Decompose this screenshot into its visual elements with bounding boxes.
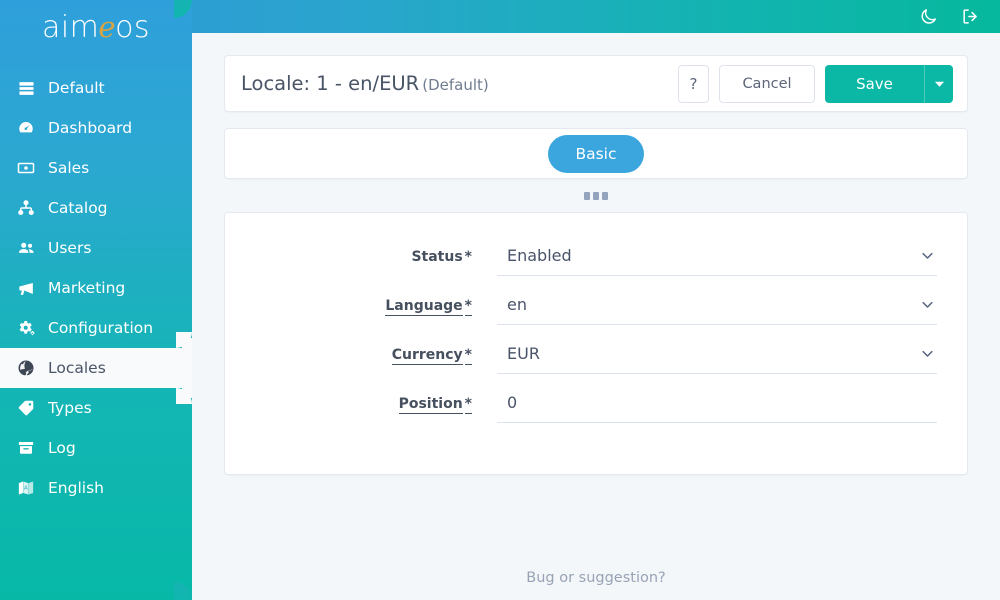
globe-icon xyxy=(15,359,37,377)
help-button[interactable]: ? xyxy=(678,64,709,103)
archive-icon xyxy=(15,439,37,457)
sidebar-item-configuration[interactable]: Configuration xyxy=(0,308,192,348)
language-required-marker: * xyxy=(464,298,472,316)
sidebar-item-marketing[interactable]: Marketing xyxy=(0,268,192,308)
handle-dot xyxy=(584,191,590,200)
sidebar-item-label: Dashboard xyxy=(48,119,133,137)
sidebar-item-english[interactable]: A English xyxy=(0,468,192,508)
dashboard-icon xyxy=(15,119,37,137)
currency-select[interactable]: EUR xyxy=(497,341,937,374)
language-label-text: Language xyxy=(385,298,463,316)
language-icon: A xyxy=(15,479,37,497)
brand-part-2: os xyxy=(115,9,151,45)
page-title-text: Locale: 1 - en/EUR xyxy=(241,72,420,95)
chevron-down-icon xyxy=(920,346,935,361)
item-header-card: Locale: 1 - en/EUR (Default) ? Cancel Sav… xyxy=(224,55,968,112)
status-label: Status * xyxy=(255,243,497,265)
sidebar-nav: Default Dashboard Sales Catalog Users Ma… xyxy=(0,68,192,508)
status-label-text: Status xyxy=(411,249,463,265)
bullhorn-icon xyxy=(15,279,37,297)
server-icon xyxy=(15,79,37,97)
basic-form-card: Status * Enabled Language * en Currency … xyxy=(224,212,968,475)
save-button-group: Save xyxy=(825,64,953,103)
moon-icon[interactable] xyxy=(918,7,938,27)
sidebar: aim e os Default Dashboard Sales Catalog… xyxy=(0,0,192,600)
sidebar-item-sales[interactable]: Sales xyxy=(0,148,192,188)
page-title: Locale: 1 - en/EUR (Default) xyxy=(241,72,678,95)
form-row-position: Position * 0 xyxy=(255,390,937,423)
brand-accent-letter: e xyxy=(98,9,117,44)
top-bar-actions xyxy=(918,0,1000,33)
status-required-marker: * xyxy=(464,249,472,265)
position-label-text: Position xyxy=(398,396,463,414)
drag-handle-icon[interactable] xyxy=(192,179,1000,212)
chevron-down-icon xyxy=(920,248,935,263)
sidebar-item-label: Log xyxy=(48,439,76,457)
page-title-subtitle: (Default) xyxy=(422,76,489,94)
handle-dot xyxy=(602,191,608,200)
footer: Bug or suggestion? xyxy=(192,556,1000,600)
brand-logo[interactable]: aim e os xyxy=(0,0,192,52)
language-value: en xyxy=(507,295,527,314)
position-required-marker: * xyxy=(464,396,472,414)
sidebar-item-log[interactable]: Log xyxy=(0,428,192,468)
app-root: aim e os Default Dashboard Sales Catalog… xyxy=(0,0,1000,600)
position-value: 0 xyxy=(507,393,518,412)
currency-value: EUR xyxy=(507,344,540,363)
main-content: Locale: 1 - en/EUR (Default) ? Cancel Sav… xyxy=(192,33,1000,600)
language-select[interactable]: en xyxy=(497,292,937,325)
form-row-currency: Currency * EUR xyxy=(255,341,937,374)
status-select[interactable]: Enabled xyxy=(497,243,937,276)
chevron-down-icon xyxy=(920,297,935,312)
sidebar-item-dashboard[interactable]: Dashboard xyxy=(0,108,192,148)
sidebar-item-label: Locales xyxy=(48,359,106,377)
svg-text:A: A xyxy=(24,486,28,492)
bug-suggestion-link[interactable]: Bug or suggestion? xyxy=(526,570,666,586)
form-row-status: Status * Enabled xyxy=(255,243,937,276)
currency-required-marker: * xyxy=(464,347,472,365)
tab-basic[interactable]: Basic xyxy=(548,134,644,173)
sidebar-item-locales[interactable]: Locales xyxy=(0,332,192,404)
currency-label-text: Currency xyxy=(391,347,463,365)
sidebar-item-types[interactable]: Types xyxy=(0,388,192,428)
sidebar-item-label: Sales xyxy=(48,159,90,177)
handle-dot xyxy=(593,191,599,200)
tag-icon xyxy=(15,399,37,417)
sitemap-icon xyxy=(15,199,37,217)
brand-part-1: aim xyxy=(41,9,100,45)
users-icon xyxy=(15,239,37,257)
sidebar-item-users[interactable]: Users xyxy=(0,228,192,268)
sidebar-item-label: Configuration xyxy=(48,319,154,337)
sidebar-curve-bottom xyxy=(174,582,192,600)
brand-text: aim e os xyxy=(42,10,150,45)
tab-bar-card: Basic xyxy=(224,128,968,179)
position-label: Position * xyxy=(255,390,497,414)
sidebar-item-label: Types xyxy=(48,399,92,417)
sidebar-item-catalog[interactable]: Catalog xyxy=(0,188,192,228)
sidebar-item-label: English xyxy=(48,479,104,497)
save-button[interactable]: Save xyxy=(825,64,924,103)
status-value: Enabled xyxy=(507,246,572,265)
language-label: Language * xyxy=(255,292,497,316)
cancel-button[interactable]: Cancel xyxy=(719,64,815,103)
position-input[interactable]: 0 xyxy=(497,390,937,423)
header-button-group: ? Cancel Save xyxy=(678,64,953,103)
sidebar-item-label: Marketing xyxy=(48,279,126,297)
logout-icon[interactable] xyxy=(960,7,980,27)
sidebar-item-label: Catalog xyxy=(48,199,108,217)
sidebar-item-label: Users xyxy=(48,239,92,257)
form-row-language: Language * en xyxy=(255,292,937,325)
sidebar-item-label: Default xyxy=(48,79,105,97)
caret-down-icon[interactable] xyxy=(924,64,953,103)
currency-label: Currency * xyxy=(255,341,497,365)
sidebar-item-default[interactable]: Default xyxy=(0,68,192,108)
money-bill-icon xyxy=(15,159,37,177)
cogs-icon xyxy=(15,319,37,337)
